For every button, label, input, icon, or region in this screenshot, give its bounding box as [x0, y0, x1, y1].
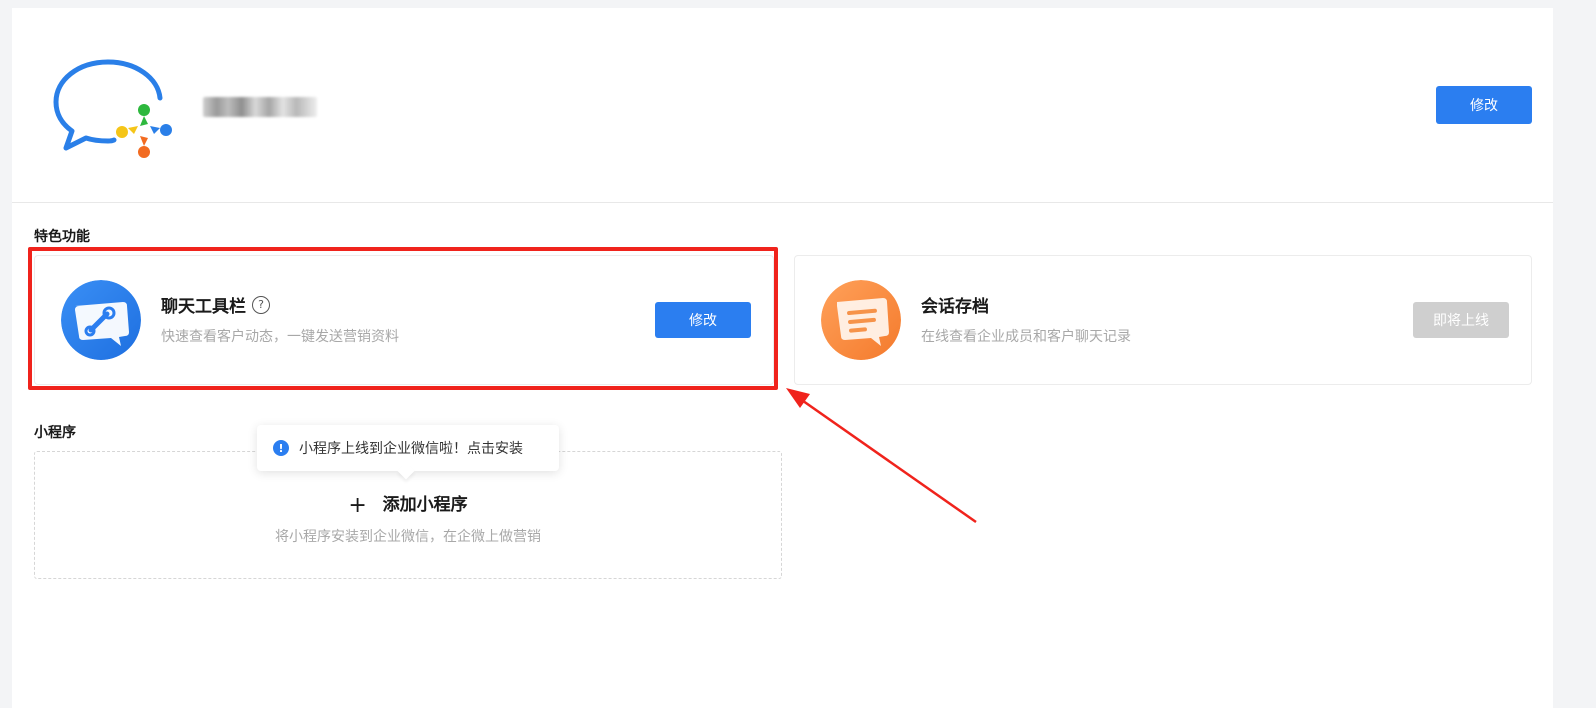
features-section-title: 特色功能	[34, 229, 90, 245]
add-mini-program-description: 将小程序安装到企业微信，在企微上做营销	[275, 529, 541, 545]
mini-program-section-title: 小程序	[34, 425, 76, 441]
session-archive-title: 会话存档	[921, 297, 989, 317]
info-icon: !	[273, 440, 289, 456]
wecom-logo-icon	[53, 59, 172, 158]
session-archive-card: 会话存档 在线查看企业成员和客户聊天记录 即将上线	[794, 255, 1532, 385]
corp-name-redacted	[203, 97, 317, 117]
corp-header: 修改	[12, 8, 1553, 203]
install-tooltip[interactable]: ! 小程序上线到企业微信啦！点击安装	[257, 425, 559, 471]
annotation-arrow-icon	[786, 388, 977, 524]
add-mini-program-button[interactable]: + 添加小程序	[35, 490, 781, 518]
session-archive-icon	[821, 280, 901, 360]
edit-corp-button[interactable]: 修改	[1436, 86, 1532, 124]
add-mini-program-label: 添加小程序	[382, 495, 468, 515]
plus-icon: +	[348, 493, 367, 518]
highlight-annotation-box	[28, 247, 778, 390]
session-archive-description: 在线查看企业成员和客户聊天记录	[921, 329, 1131, 345]
tooltip-text: 小程序上线到企业微信啦！点击安装	[299, 441, 523, 457]
coming-soon-button: 即将上线	[1413, 302, 1509, 338]
